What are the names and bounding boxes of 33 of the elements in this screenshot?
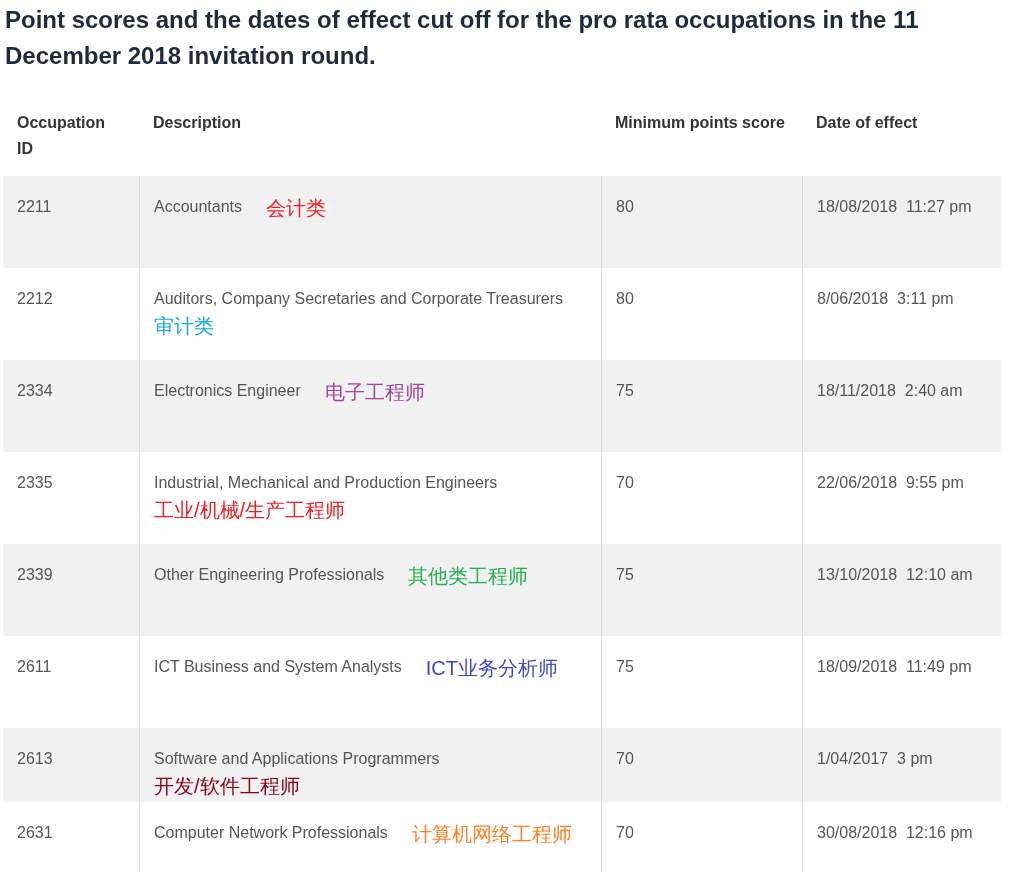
annotation-text: 工业/机械/生产工程师: [154, 498, 346, 522]
description-text: Other Engineering Professionals: [154, 565, 385, 585]
table-cell: 13/10/2018 12:10 am: [802, 544, 1001, 636]
annotation-text: 电子工程师: [324, 380, 425, 404]
table-cell: 2613: [3, 728, 139, 802]
description-text: ICT Business and System Analysts: [154, 657, 402, 677]
annotation-text: 审计类: [154, 314, 214, 338]
description-text: Software and Applications Programmers: [154, 749, 440, 769]
column-header: Date of effect: [815, 113, 919, 133]
table-cell: 70: [601, 728, 802, 802]
table-cell: 1/04/2017 3 pm: [802, 728, 1001, 802]
description-text: Auditors, Company Secretaries and Corporate Treasurers: [154, 289, 564, 309]
description-text: Electronics Engineer: [154, 381, 301, 401]
column-header: Minimum points score: [614, 113, 786, 133]
description-text: Computer Network Professionals: [154, 823, 388, 843]
table-cell: 75: [601, 360, 802, 452]
description-text: Industrial, Mechanical and Production Engineers: [154, 473, 498, 493]
table-cell: 75: [601, 544, 802, 636]
table-cell: 2339: [3, 544, 139, 636]
table-cell: 80: [601, 176, 802, 268]
annotation-text: ICT业务分析师: [425, 656, 559, 680]
table-cell: 2334: [3, 360, 139, 452]
table-cell: 18/11/2018 2:40 am: [802, 360, 1001, 452]
annotation-text: 计算机网络工程师: [411, 822, 572, 846]
description-text: Accountants: [154, 197, 243, 217]
annotation-text: 其他类工程师: [408, 564, 529, 588]
annotation-text: 开发/软件工程师: [154, 774, 300, 798]
column-header: Description: [152, 113, 242, 133]
page-heading: Point scores and the dates of effect cut off for the pro rata occupations in the 11 December 2018 invitation round.: [4, 5, 920, 71]
annotation-text: 会计类: [266, 196, 327, 220]
table-cell: 2211: [3, 176, 139, 268]
column-header: Occupation ID: [16, 113, 106, 159]
table-cell: 18/08/2018 11:27 pm: [802, 176, 1001, 268]
